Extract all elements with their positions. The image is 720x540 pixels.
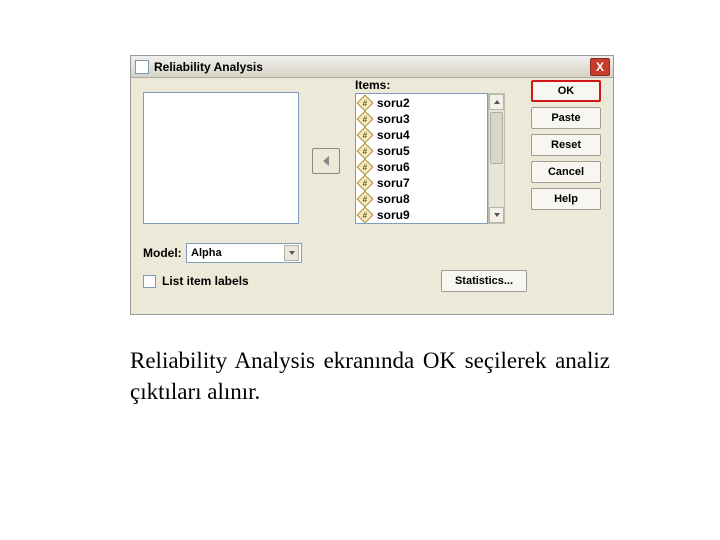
help-label: Help (554, 193, 578, 205)
item-label: soru7 (377, 176, 410, 190)
reset-label: Reset (551, 139, 581, 151)
list-item[interactable]: #soru5 (356, 143, 487, 159)
cancel-label: Cancel (548, 166, 584, 178)
list-item-labels-checkbox[interactable] (143, 275, 156, 288)
paste-button[interactable]: Paste (531, 107, 601, 129)
items-list[interactable]: #soru2 #soru3 #soru4 #soru5 #soru6 #soru… (355, 93, 488, 224)
item-label: soru9 (377, 208, 410, 222)
reliability-analysis-dialog: Reliability Analysis X Items: #soru2 #so… (130, 55, 614, 315)
variable-icon: # (357, 207, 374, 224)
scroll-down-button[interactable] (489, 207, 504, 223)
triangle-left-icon (321, 155, 331, 167)
ok-button[interactable]: OK (531, 80, 601, 102)
variable-icon: # (357, 127, 374, 144)
close-icon: X (596, 60, 604, 74)
move-left-button[interactable] (312, 148, 340, 174)
chevron-down-icon (288, 249, 296, 257)
variable-icon: # (357, 191, 374, 208)
model-value: Alpha (191, 247, 222, 259)
list-item-labels-label: List item labels (162, 274, 249, 288)
paste-label: Paste (551, 112, 580, 124)
items-scrollbar[interactable] (488, 93, 505, 224)
chevron-up-icon (493, 98, 501, 106)
app-icon (135, 60, 149, 74)
ok-label: OK (558, 85, 575, 97)
reset-button[interactable]: Reset (531, 134, 601, 156)
item-label: soru3 (377, 112, 410, 126)
dialog-title: Reliability Analysis (154, 60, 590, 74)
items-label: Items: (355, 78, 390, 92)
titlebar[interactable]: Reliability Analysis X (131, 56, 613, 78)
scroll-up-button[interactable] (489, 94, 504, 110)
list-item[interactable]: #soru7 (356, 175, 487, 191)
list-item[interactable]: #soru2 (356, 95, 487, 111)
action-button-column: OK Paste Reset Cancel Help (531, 80, 601, 210)
close-button[interactable]: X (590, 58, 610, 76)
variable-icon: # (357, 175, 374, 192)
variable-icon: # (357, 159, 374, 176)
variable-icon: # (357, 111, 374, 128)
caption-text: Reliability Analysis ekranında OK seçile… (130, 345, 610, 407)
list-item[interactable]: #soru4 (356, 127, 487, 143)
help-button[interactable]: Help (531, 188, 601, 210)
item-label: soru5 (377, 144, 410, 158)
item-label: soru8 (377, 192, 410, 206)
item-label: soru2 (377, 96, 410, 110)
scroll-thumb[interactable] (490, 112, 503, 164)
chevron-down-icon (493, 211, 501, 219)
list-item[interactable]: #soru8 (356, 191, 487, 207)
list-item[interactable]: #soru3 (356, 111, 487, 127)
item-label: soru4 (377, 128, 410, 142)
statistics-button[interactable]: Statistics... (441, 270, 527, 292)
variable-icon: # (357, 95, 374, 112)
item-label: soru6 (377, 160, 410, 174)
statistics-label: Statistics... (455, 275, 513, 287)
model-select[interactable]: Alpha (186, 243, 302, 263)
cancel-button[interactable]: Cancel (531, 161, 601, 183)
list-item[interactable]: #soru6 (356, 159, 487, 175)
items-pane: #soru2 #soru3 #soru4 #soru5 #soru6 #soru… (355, 93, 505, 224)
scroll-track[interactable] (489, 110, 504, 207)
model-dropdown-button[interactable] (284, 245, 299, 261)
source-variable-list[interactable] (143, 92, 299, 224)
variable-icon: # (357, 143, 374, 160)
model-label: Model: (143, 246, 182, 260)
list-item[interactable]: #soru9 (356, 207, 487, 223)
list-item-labels-option[interactable]: List item labels (143, 274, 249, 288)
dialog-body: Items: #soru2 #soru3 #soru4 #soru5 #soru… (131, 78, 613, 314)
